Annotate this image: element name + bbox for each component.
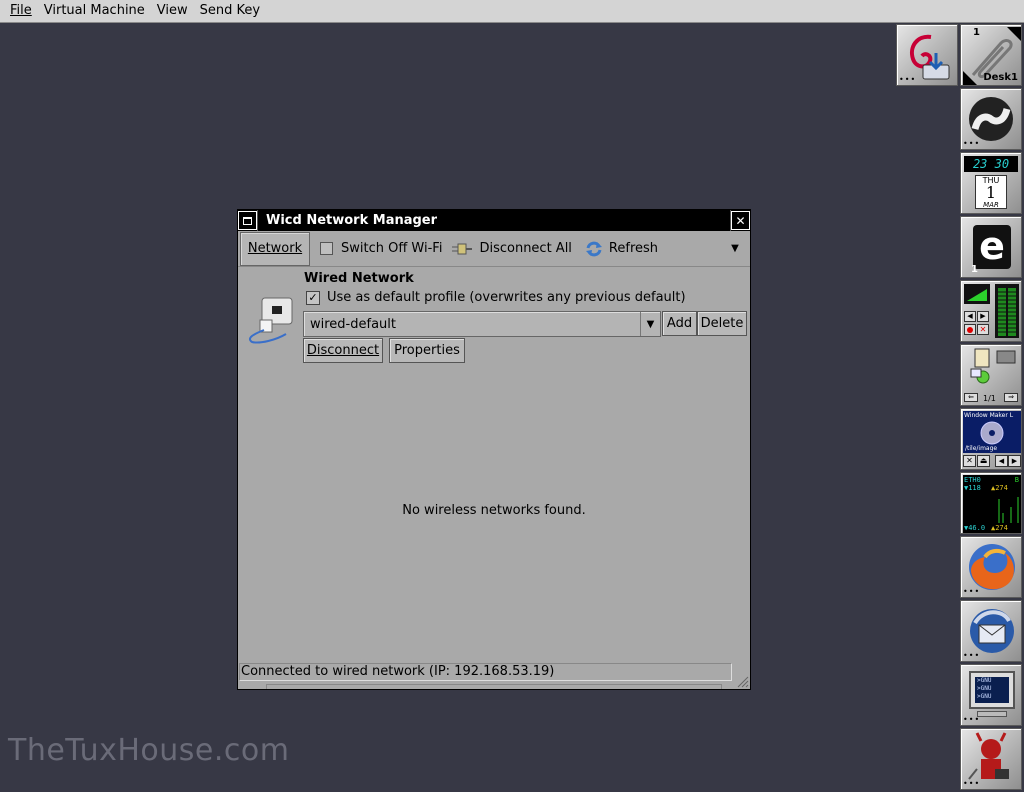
net-monitor-tile[interactable]: ETH0 B ▼118 ▲274 ▼46.0 ▲274 [960, 472, 1022, 534]
default-profile-checkbox[interactable]: ✓ [306, 290, 320, 305]
clock-display: 23 30 [964, 156, 1018, 172]
calendar-page: THU 1 MAR [975, 175, 1007, 209]
terminal-tile[interactable]: >GNU >GNU >GNU ••• [960, 664, 1022, 726]
network-menu-button[interactable]: Network [240, 231, 310, 266]
switch-wifi-checkbox[interactable] [320, 242, 333, 255]
disconnect-button[interactable]: Disconnect [303, 338, 383, 363]
forward-icon[interactable]: ▶ [1008, 455, 1021, 467]
wired-network-icon [248, 297, 293, 344]
profile-select[interactable]: wired-default ▼ [303, 311, 661, 337]
editor-e-tile[interactable]: e 1 [960, 216, 1022, 278]
workspace-clip-tile[interactable]: 1 Desk1 [960, 24, 1022, 86]
chevron-down-icon: ▼ [640, 312, 660, 336]
horizontal-scrollbar[interactable] [266, 684, 722, 689]
refresh-icon [585, 241, 602, 256]
close-button[interactable]: ✕ [731, 211, 750, 230]
menubar: File Virtual Machine View Send Key [0, 0, 1024, 23]
pager-tile[interactable]: ⇐ 1/1 ⇒ [960, 344, 1022, 406]
window-title: Wicd Network Manager [257, 210, 731, 231]
mixer-controls: ◀ ▶ ✕ [964, 311, 990, 337]
thunderbird-tile[interactable]: ••• [960, 600, 1022, 662]
monitor-icon: >GNU >GNU >GNU [969, 671, 1015, 709]
desk-label: Desk1 [983, 72, 1018, 83]
minimize-icon [243, 216, 252, 225]
watermark: TheTuxHouse.com [8, 733, 290, 768]
default-profile-row[interactable]: ✓ Use as default profile (overwrites any… [306, 290, 686, 305]
back-icon[interactable]: ◀ [995, 455, 1008, 467]
delete-profile-button[interactable]: Delete [697, 311, 747, 336]
wired-network-panel: Wired Network ✓ Use as default profile (… [238, 268, 750, 368]
prev-icon[interactable]: ◀ [964, 311, 976, 322]
next-icon[interactable]: ▶ [977, 311, 989, 322]
close-icon: ✕ [735, 213, 746, 228]
pager-label: 1/1 [983, 394, 996, 403]
net-graph [998, 497, 1019, 523]
wicd-window: Wicd Network Manager ✕ Network Switch Of… [237, 209, 751, 690]
e-logo-icon: e [973, 225, 1011, 269]
net-display: ETH0 B ▼118 ▲274 ▼46.0 ▲274 [963, 475, 1021, 533]
menu-view[interactable]: View [151, 0, 194, 22]
switch-wifi-toggle[interactable]: Switch Off Wi-Fi [310, 232, 450, 266]
disconnect-all-button[interactable]: Disconnect All [450, 232, 579, 266]
mixer-tile[interactable]: ◀ ▶ ✕ [960, 280, 1022, 342]
volume-level [964, 284, 990, 304]
eject-icon[interactable]: ⏏ [977, 455, 990, 467]
vu-meter [995, 284, 1019, 338]
e-badge: 1 [971, 264, 978, 275]
cd-disc-icon [980, 421, 1004, 445]
pager-right-icon[interactable]: ⇒ [1004, 393, 1018, 402]
no-networks-message: No wireless networks found. [402, 503, 586, 518]
bsd-daemon-tile[interactable]: ••• [960, 728, 1022, 790]
minimize-button[interactable] [238, 211, 257, 230]
stop-icon[interactable]: ✕ [963, 455, 976, 467]
clipboard-icon [970, 348, 1016, 384]
status-bar: Connected to wired network (IP: 192.168.… [239, 663, 732, 681]
mute-icon[interactable]: ✕ [977, 324, 989, 335]
refresh-button[interactable]: Refresh [580, 232, 666, 266]
add-profile-button[interactable]: Add [662, 311, 697, 336]
record-icon[interactable] [964, 324, 976, 335]
debian-installer-tile[interactable]: ••• [896, 24, 958, 86]
firefox-tile[interactable]: ••• [960, 536, 1022, 598]
menu-send-key[interactable]: Send Key [194, 0, 266, 22]
clock-tile[interactable]: 23 30 THU 1 MAR [960, 152, 1022, 214]
window-titlebar[interactable]: Wicd Network Manager ✕ [238, 210, 750, 231]
toolbar: Network Switch Off Wi-Fi Disconnect All … [238, 231, 750, 267]
menu-file[interactable]: File [4, 0, 38, 22]
cd-player-tile[interactable]: Window Maker L /tile/image ✕ ⏏ ◀ ▶ [960, 408, 1022, 470]
wired-network-heading: Wired Network [304, 271, 414, 286]
plug-icon [452, 243, 473, 254]
toolbar-overflow-button[interactable]: ▼ [720, 243, 750, 254]
properties-button[interactable]: Properties [389, 338, 465, 363]
resize-grip-icon[interactable] [735, 674, 749, 688]
windowmaker-tile[interactable]: ••• [960, 88, 1022, 150]
pager-left-icon[interactable]: ⇐ [964, 393, 978, 402]
menu-virtual-machine[interactable]: Virtual Machine [38, 0, 151, 22]
tile-dots: ••• [899, 75, 917, 84]
cd-display: Window Maker L /tile/image [963, 411, 1021, 453]
